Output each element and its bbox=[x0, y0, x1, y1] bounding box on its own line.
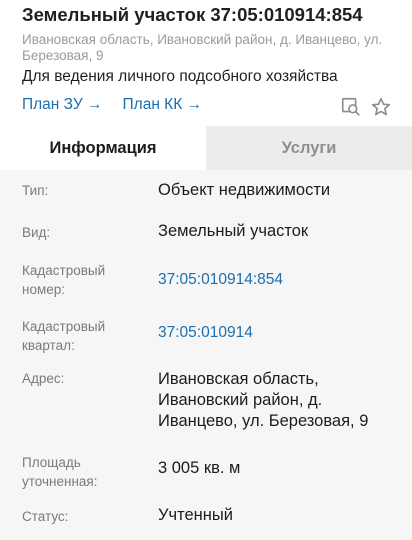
tab-services[interactable]: Услуги bbox=[206, 126, 412, 170]
plan-links: План ЗУ → План КК → bbox=[22, 96, 202, 114]
status-value: Учтенный bbox=[158, 506, 233, 524]
tab-information[interactable]: Информация bbox=[0, 126, 206, 170]
object-header: Земельный участок 37:05:010914:854 Ивано… bbox=[0, 0, 412, 126]
plan-kk-link[interactable]: План КК → bbox=[123, 96, 203, 114]
object-title: Земельный участок 37:05:010914:854 bbox=[22, 4, 363, 25]
kind-label: Вид: bbox=[22, 225, 51, 240]
tab-bar: Информация Услуги bbox=[0, 126, 412, 170]
address-value: Ивановская область, Ивановский район, д.… bbox=[158, 370, 369, 430]
cadastral-number-link[interactable]: 37:05:010914:854 bbox=[158, 269, 398, 290]
type-value: Объект недвижимости bbox=[158, 181, 331, 199]
kind-value: Земельный участок bbox=[158, 222, 309, 240]
cadastral-number-label: Кадастровый номер: bbox=[22, 263, 106, 297]
type-label: Тип: bbox=[22, 183, 49, 198]
star-icon[interactable] bbox=[370, 96, 392, 118]
status-label: Статус: bbox=[22, 509, 69, 524]
map-search-icon[interactable] bbox=[340, 96, 362, 118]
details-panel: Тип: Объект недвижимости Вид: Земельный … bbox=[0, 170, 412, 540]
cadastral-quarter-link[interactable]: 37:05:010914 bbox=[158, 322, 398, 343]
plan-zu-link[interactable]: План ЗУ → bbox=[22, 96, 103, 114]
area-label: Площадь уточненная: bbox=[22, 455, 98, 489]
address-label: Адрес: bbox=[22, 371, 65, 386]
cadastral-quarter-label: Кадастровый квартал: bbox=[22, 319, 106, 353]
object-address: Ивановская область, Ивановский район, д.… bbox=[22, 32, 383, 63]
area-value: 3 005 кв. м bbox=[158, 459, 241, 477]
object-purpose: Для ведения личного подсобного хозяйства bbox=[22, 68, 338, 85]
